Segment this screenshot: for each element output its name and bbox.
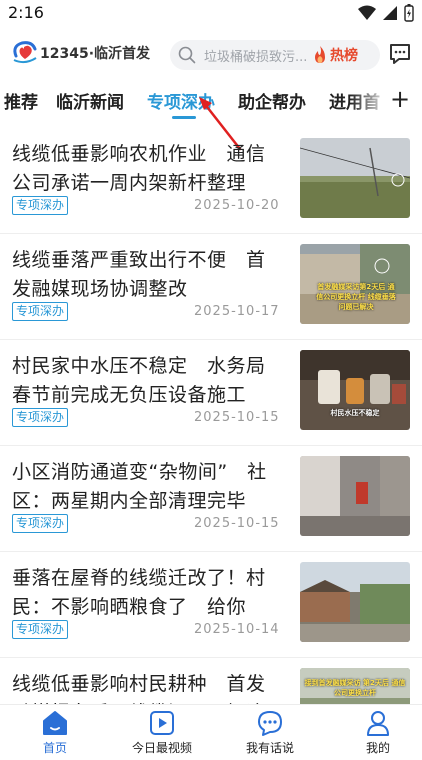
message-icon[interactable] (388, 42, 412, 66)
tab-recommend[interactable]: 推荐 (4, 88, 38, 113)
news-title: 线缆低垂影响农机作业 通信公司承诺一周内架新杆整理 (12, 143, 266, 194)
news-tag: 专项深办 (12, 196, 69, 215)
news-tag: 专项深办 (12, 302, 69, 321)
nav-video[interactable]: 今日最视频 (117, 709, 207, 759)
tab-linyi-news[interactable]: 临沂新闻 (56, 88, 124, 113)
nav-label: 我的 (365, 741, 390, 755)
news-item[interactable]: 村民家中水压不稳定 水务局春节前完成无负压设备施工 专项深办 2025-10-1… (0, 340, 422, 446)
profile-icon (367, 711, 389, 736)
add-channel-icon[interactable]: + (390, 86, 410, 112)
search-icon (178, 46, 196, 64)
nav-home[interactable]: 首页 (10, 709, 100, 759)
news-item[interactable]: 线缆垂落严重致出行不便 首发融媒现场协调整改 专项深办 2025-10-17 首… (0, 234, 422, 340)
wifi-icon (358, 5, 376, 20)
app-logo-icon (13, 41, 37, 64)
app-header: 12345·临沂首发 垃圾桶破损致污... 热榜 (0, 30, 422, 78)
flame-icon (315, 46, 325, 63)
news-thumbnail: 首发融媒采访第2天后 通信公司更换立杆 线缆垂落问题已解决 (300, 244, 410, 324)
news-title: 垂落在屋脊的线缆迁改了！村民：不影响晒粮食了 给你们... (12, 567, 266, 618)
tab-fade (350, 80, 390, 120)
news-tag: 专项深办 (12, 408, 69, 427)
video-icon (150, 711, 174, 735)
news-thumbnail (300, 562, 410, 642)
battery-icon (404, 4, 414, 22)
news-date: 2025-10-15 (194, 410, 280, 425)
bottom-nav: 首页 今日最视频 我有话说 我的 (0, 704, 422, 760)
nav-profile[interactable]: 我的 (333, 709, 422, 759)
search-placeholder: 垃圾桶破损致污... (204, 50, 308, 65)
news-item[interactable]: 小区消防通道变“杂物间” 社区：两星期内全部清理完毕 专项深办 2025-10-… (0, 446, 422, 552)
chat-icon (258, 711, 282, 736)
tab-enterprise[interactable]: 助企帮办 (238, 88, 306, 113)
brand-title: 12345·临沂首发 (40, 46, 151, 62)
news-thumbnail (300, 456, 410, 536)
nav-label: 今日最视频 (131, 741, 192, 755)
thumbnail-caption: 接到首发融媒采访 第2天后 通信公司更换立杆 (304, 679, 406, 697)
news-date: 2025-10-14 (194, 622, 280, 637)
active-tab-indicator (172, 116, 196, 119)
news-title: 村民家中水压不稳定 水务局春节前完成无负压设备施工 (12, 355, 266, 406)
thumbnail-caption: 首发融媒采访第2天后 通信公司更换立杆 线缆垂落问题已解决 (316, 283, 396, 311)
hot-list-button[interactable]: 热榜 (330, 45, 358, 65)
news-tag: 专项深办 (12, 514, 69, 533)
news-title: 小区消防通道变“杂物间” 社区：两星期内全部清理完毕 (12, 461, 267, 512)
status-time: 2:16 (8, 3, 44, 22)
status-icons (358, 4, 414, 22)
news-tag: 专项深办 (12, 620, 69, 639)
news-item[interactable]: 线缆低垂影响农机作业 通信公司承诺一周内架新杆整理 专项深办 2025-10-2… (0, 128, 422, 234)
home-icon (43, 711, 67, 735)
signal-icon (383, 6, 397, 20)
nav-label: 首页 (42, 741, 67, 755)
news-date: 2025-10-17 (194, 304, 280, 319)
news-date: 2025-10-20 (194, 198, 280, 213)
thumbnail-caption: 村民水压不稳定 (330, 409, 380, 417)
news-item[interactable]: 垂落在屋脊的线缆迁改了！村民：不影响晒粮食了 给你们... 专项深办 2025-… (0, 552, 422, 658)
search-bar[interactable]: 垃圾桶破损致污... 热榜 (170, 40, 380, 70)
news-thumbnail (300, 138, 410, 218)
news-title: 线缆垂落严重致出行不便 首发融媒现场协调整改 (12, 249, 266, 300)
news-thumbnail: 村民水压不稳定 (300, 350, 410, 430)
news-date: 2025-10-15 (194, 516, 280, 531)
status-bar: 2:16 (0, 0, 422, 28)
nav-label: 我有话说 (245, 741, 294, 755)
nav-comment[interactable]: 我有话说 (225, 709, 315, 759)
